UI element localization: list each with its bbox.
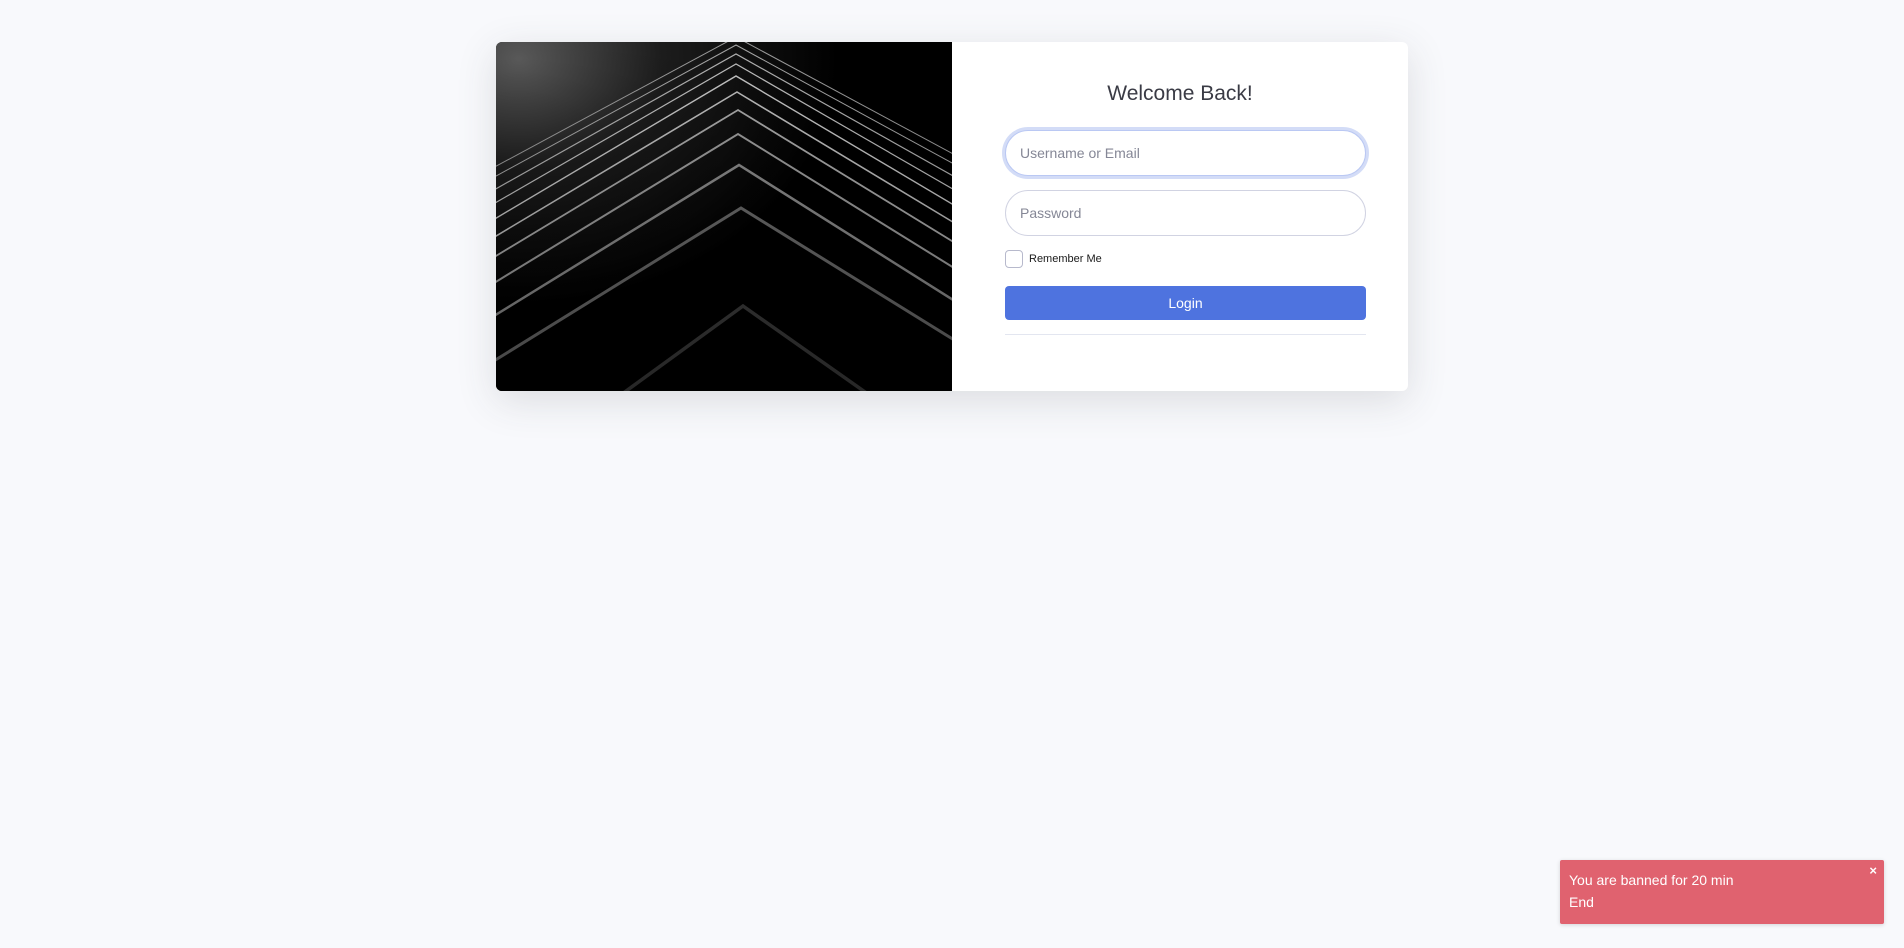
page-title: Welcome Back!	[1107, 82, 1253, 105]
remember-me-checkbox[interactable]	[1005, 250, 1023, 268]
login-button[interactable]: Login	[1005, 286, 1366, 320]
remember-me-label[interactable]: Remember Me	[1029, 253, 1102, 265]
password-input[interactable]	[1005, 190, 1366, 236]
login-card: Welcome Back! Remember Me Login	[496, 42, 1408, 391]
remember-me[interactable]: Remember Me	[1005, 250, 1102, 268]
divider	[1005, 334, 1366, 335]
login-form: Welcome Back! Remember Me Login	[952, 42, 1408, 391]
close-icon[interactable]: ×	[1869, 863, 1877, 878]
notification-subtext: End	[1569, 894, 1594, 910]
username-input[interactable]	[1005, 130, 1366, 176]
building-image	[496, 42, 952, 391]
notification-message: You are banned for 20 min	[1569, 872, 1734, 888]
ban-notification: You are banned for 20 min End ×	[1560, 860, 1884, 924]
